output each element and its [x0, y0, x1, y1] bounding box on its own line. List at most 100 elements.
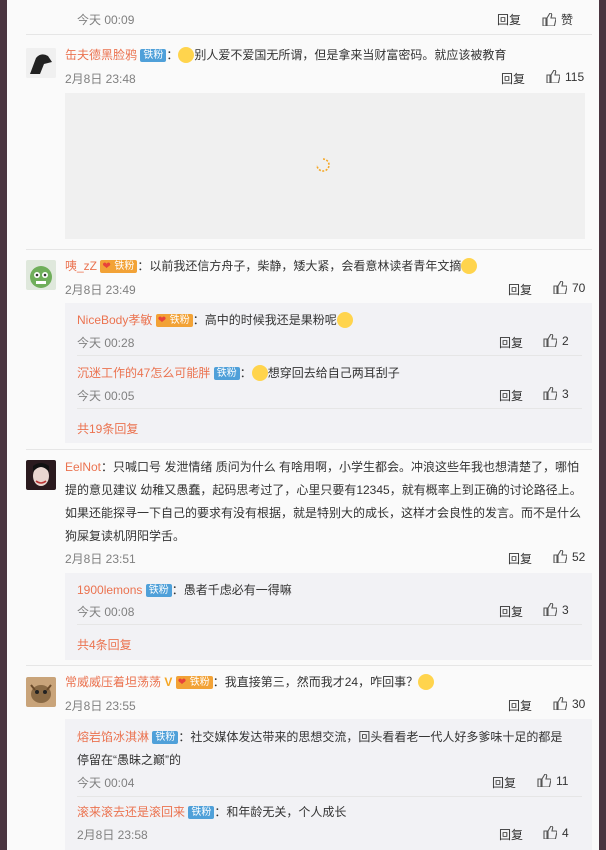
- reply-button[interactable]: 回复: [508, 281, 532, 298]
- username[interactable]: 1900lemons: [77, 583, 142, 597]
- fan-badge[interactable]: 铁粉: [175, 676, 213, 689]
- thumb-up-icon: [542, 13, 556, 26]
- reply-body: 滚来滚去还是滚回来 铁粉 ：和年龄无关，个人成长: [77, 805, 347, 819]
- like-button[interactable]: 赞: [542, 11, 573, 28]
- reply-button[interactable]: 回复: [501, 70, 525, 87]
- comment-body: 常威威压着坦荡荡 V 铁粉：我直接第三，然而我才24，咋回事？: [65, 673, 595, 691]
- like-button[interactable]: 30: [553, 697, 585, 711]
- reply-list: 熔岩馅冰淇淋 铁粉 ：社交媒体发达带来的思想交流，回头看看老一代人好多爹味十足的都…: [65, 719, 592, 850]
- like-count: 2: [562, 334, 569, 348]
- reply-time: 今天 00:05: [77, 389, 135, 403]
- divider: [26, 249, 592, 250]
- like-button[interactable]: 3: [543, 603, 569, 617]
- reply-button[interactable]: 回复: [499, 826, 523, 843]
- comment-text-line: 如果还能探寻一下自己的要求有没有根据，就是特别大的成长，这样才会良性的发言。而不…: [65, 506, 582, 520]
- reply-button[interactable]: 回复: [499, 334, 523, 351]
- username[interactable]: 常威威压着坦荡荡: [65, 675, 161, 689]
- comment-text-line: 狗屎复读机阴阳学舌。: [65, 529, 186, 543]
- reply-text: 愚者千虑必有一得嘛: [183, 583, 292, 597]
- avatar[interactable]: [26, 48, 56, 78]
- like-button[interactable]: 115: [546, 70, 584, 84]
- reply-time: 今天 00:08: [77, 605, 135, 619]
- reply-body: 1900lemons 铁粉 ：愚者千虑必有一得嘛: [77, 583, 292, 597]
- like-button[interactable]: 2: [543, 334, 569, 348]
- like-count: 3: [562, 603, 569, 617]
- like-count: 70: [572, 281, 586, 295]
- divider: [77, 355, 582, 356]
- window-frame: [599, 0, 606, 850]
- comment-body: 缶夫德黑脸鸦 铁粉：别人爱不爱国无所谓，但是拿来当财富密码。就应该被教育: [65, 47, 507, 63]
- reply-text: 和年龄无关，个人成长: [226, 805, 347, 819]
- like-button[interactable]: 4: [543, 826, 569, 840]
- divider: [77, 796, 582, 797]
- like-button[interactable]: 52: [553, 550, 585, 564]
- reply-text-line: 停留在“愚昧之巅”的: [77, 753, 181, 767]
- more-replies-link[interactable]: 共4条回复: [77, 636, 132, 653]
- thumb-up-icon: [543, 387, 557, 400]
- reply-button[interactable]: 回复: [499, 387, 523, 404]
- reply-time: 2月8日 23:58: [77, 828, 148, 842]
- like-count: 4: [562, 826, 569, 840]
- username[interactable]: 缶夫德黑脸鸦: [65, 48, 137, 62]
- thumb-up-icon: [543, 826, 557, 839]
- like-button[interactable]: 3: [543, 387, 569, 401]
- username[interactable]: 咦_zZ: [65, 259, 97, 273]
- comment-time: 今天 00:09: [77, 13, 135, 27]
- image-placeholder[interactable]: [65, 93, 585, 239]
- thumb-up-icon: [553, 281, 567, 294]
- reply-list: NiceBody孝敏 铁粉：高中的时候我还是果粉呢 今天 00:28 回复 2 …: [65, 303, 592, 443]
- thumb-up-icon: [553, 550, 567, 563]
- reply-body: 沉迷工作的47怎么可能胖 铁粉：想穿回去给自己两耳刮子: [77, 365, 400, 381]
- fan-badge[interactable]: 铁粉: [140, 49, 167, 62]
- like-label: 赞: [561, 13, 574, 27]
- username[interactable]: 滚来滚去还是滚回来: [77, 805, 185, 819]
- comment-text: 别人爱不爱国无所谓，但是拿来当财富密码。就应该被教育: [194, 48, 507, 62]
- fan-badge[interactable]: 铁粉: [188, 806, 215, 819]
- more-replies-link[interactable]: 共19条回复: [77, 420, 138, 437]
- avatar[interactable]: [26, 260, 56, 290]
- fan-badge[interactable]: 铁粉: [145, 584, 172, 597]
- reply-body: NiceBody孝敏 铁粉：高中的时候我还是果粉呢: [77, 311, 587, 329]
- reply-button[interactable]: 回复: [508, 697, 532, 714]
- reply-text: 高中的时候我还是果粉呢: [204, 313, 337, 327]
- avatar[interactable]: [26, 677, 56, 707]
- reply-time: 今天 00:28: [77, 336, 135, 350]
- comment-time: 2月8日 23:51: [65, 552, 136, 566]
- comment-panel: 今天 00:09 回复 赞 缶夫德黑脸鸦 铁粉：别人爱不爱国无所谓，但是拿来当财…: [7, 0, 599, 850]
- username[interactable]: NiceBody孝敏: [77, 313, 152, 327]
- comment-text-line: 提的意见建议 幼稚又愚蠢，起码思考过了，心里只要有12345，就有概率上到正确的…: [65, 483, 582, 497]
- divider: [26, 665, 592, 666]
- divider: [26, 449, 592, 450]
- username[interactable]: 熔岩馅冰淇淋: [77, 730, 149, 744]
- fan-badge[interactable]: 铁粉: [100, 260, 138, 273]
- like-count: 115: [565, 70, 585, 84]
- reply-button[interactable]: 回复: [508, 550, 532, 567]
- thumb-up-icon: [537, 774, 551, 787]
- reply-time: 今天 00:04: [77, 776, 135, 790]
- reply-button[interactable]: 回复: [499, 603, 523, 620]
- username[interactable]: 沉迷工作的47怎么可能胖: [77, 366, 210, 380]
- fan-badge[interactable]: 铁粉: [155, 314, 193, 327]
- cry-emoji-icon: [418, 674, 435, 690]
- comment-time: 2月8日 23:55: [65, 699, 136, 713]
- comment-body: 咦_zZ 铁粉：以前我还信方舟子，柴静，矮大紧，会看意林读者青年文摘: [65, 257, 595, 275]
- comment-body: EelNot：只喊口号 发泄情绪 质问为什么 有啥用啊，小学生都会。冲浪这些年我…: [65, 456, 595, 548]
- reply-list: 1900lemons 铁粉 ：愚者千虑必有一得嘛 今天 00:08 回复 3 共4…: [65, 573, 592, 660]
- comment-text: 我直接第三，然而我才24，咋回事？: [224, 675, 419, 689]
- username[interactable]: EelNot: [65, 460, 101, 474]
- like-button[interactable]: 70: [553, 281, 585, 295]
- truncated-comment-text: [13, 0, 599, 3]
- avatar[interactable]: [26, 460, 56, 490]
- like-count: 11: [556, 774, 569, 788]
- thumb-up-icon: [543, 603, 557, 616]
- like-button[interactable]: 11: [537, 774, 568, 788]
- reply-button[interactable]: 回复: [492, 774, 516, 791]
- laugh-emoji-icon: [461, 258, 478, 274]
- comment-time: 2月8日 23:48: [65, 72, 136, 86]
- smirk-emoji-icon: [178, 47, 195, 63]
- fan-badge[interactable]: 铁粉: [213, 367, 240, 380]
- thumb-up-icon: [546, 70, 560, 83]
- like-count: 3: [562, 387, 569, 401]
- reply-button[interactable]: 回复: [497, 11, 521, 28]
- fan-badge[interactable]: 铁粉: [152, 731, 179, 744]
